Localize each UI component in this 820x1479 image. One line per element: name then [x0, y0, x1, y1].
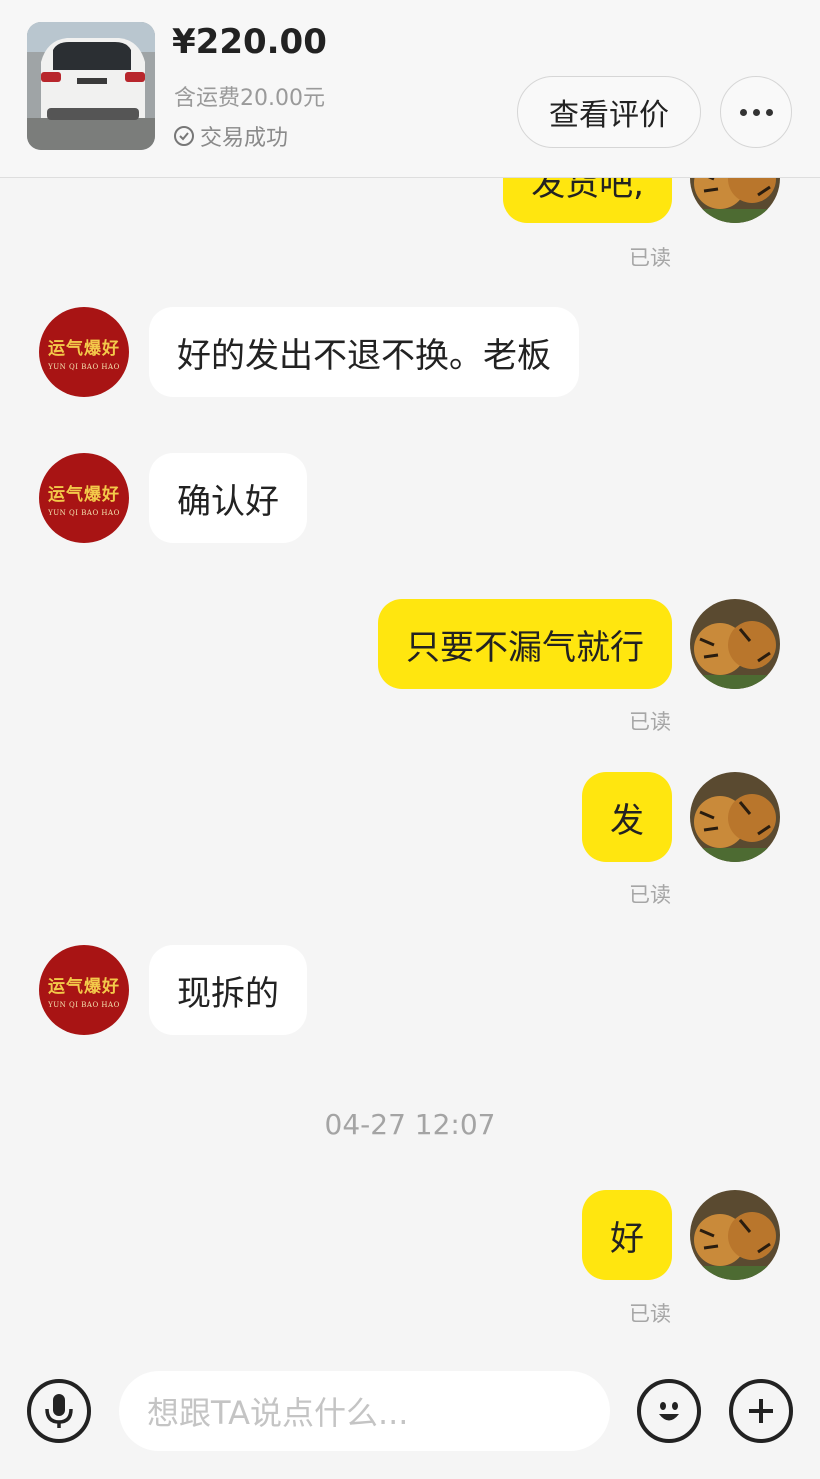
read-receipt: 已读	[629, 710, 671, 734]
my-avatar[interactable]	[690, 599, 780, 689]
seller-avatar-subtext: YUN QI BAO HAO	[48, 508, 120, 517]
microphone-icon	[45, 1394, 73, 1428]
emoji-smile-icon	[659, 1402, 679, 1421]
input-bar: 想跟TA说点什么...	[0, 1352, 820, 1479]
read-receipt: 已读	[629, 246, 671, 270]
message-bubble-seller[interactable]: 好的发出不退不换。老板	[149, 307, 579, 397]
emoji-button[interactable]	[637, 1379, 701, 1443]
chat-timestamp: 04-27 12:07	[324, 1108, 496, 1141]
message-bubble-seller[interactable]: 确认好	[149, 453, 307, 543]
seller-avatar[interactable]: 运气爆好 YUN QI BAO HAO	[39, 307, 129, 397]
seller-avatar-subtext: YUN QI BAO HAO	[48, 362, 120, 371]
my-avatar[interactable]	[690, 772, 780, 862]
shipping-fee: 含运费20.00元	[174, 86, 325, 111]
seller-avatar-text: 运气爆好	[48, 484, 120, 505]
item-price: ¥220.00	[172, 22, 327, 62]
message-bubble-me[interactable]: 发	[582, 772, 672, 862]
seller-avatar-subtext: YUN QI BAO HAO	[48, 1000, 120, 1009]
seller-avatar[interactable]: 运气爆好 YUN QI BAO HAO	[39, 945, 129, 1035]
more-horizontal-icon	[739, 108, 747, 116]
my-avatar[interactable]	[690, 1190, 780, 1280]
message-bubble-me[interactable]: 只要不漏气就行	[378, 599, 672, 689]
message-bubble-me[interactable]: 好	[582, 1190, 672, 1280]
add-button[interactable]	[729, 1379, 793, 1443]
more-button[interactable]	[720, 76, 792, 148]
product-thumbnail[interactable]	[27, 22, 155, 150]
seller-avatar[interactable]: 运气爆好 YUN QI BAO HAO	[39, 453, 129, 543]
read-receipt: 已读	[629, 883, 671, 907]
plus-icon	[749, 1399, 773, 1423]
message-input-placeholder: 想跟TA说点什么...	[147, 1394, 409, 1432]
message-input[interactable]: 想跟TA说点什么...	[119, 1371, 610, 1451]
order-header: ¥220.00 含运费20.00元 交易成功 查看评价	[0, 0, 820, 178]
seller-avatar-text: 运气爆好	[48, 338, 120, 359]
seller-avatar-text: 运气爆好	[48, 976, 120, 997]
check-circle-icon	[174, 126, 194, 146]
trade-status: 交易成功	[174, 120, 288, 152]
read-receipt: 已读	[629, 1302, 671, 1326]
message-bubble-seller[interactable]: 现拆的	[149, 945, 307, 1035]
trade-status-label: 交易成功	[200, 126, 289, 151]
voice-button[interactable]	[27, 1379, 91, 1443]
view-review-button[interactable]: 查看评价	[517, 76, 701, 148]
